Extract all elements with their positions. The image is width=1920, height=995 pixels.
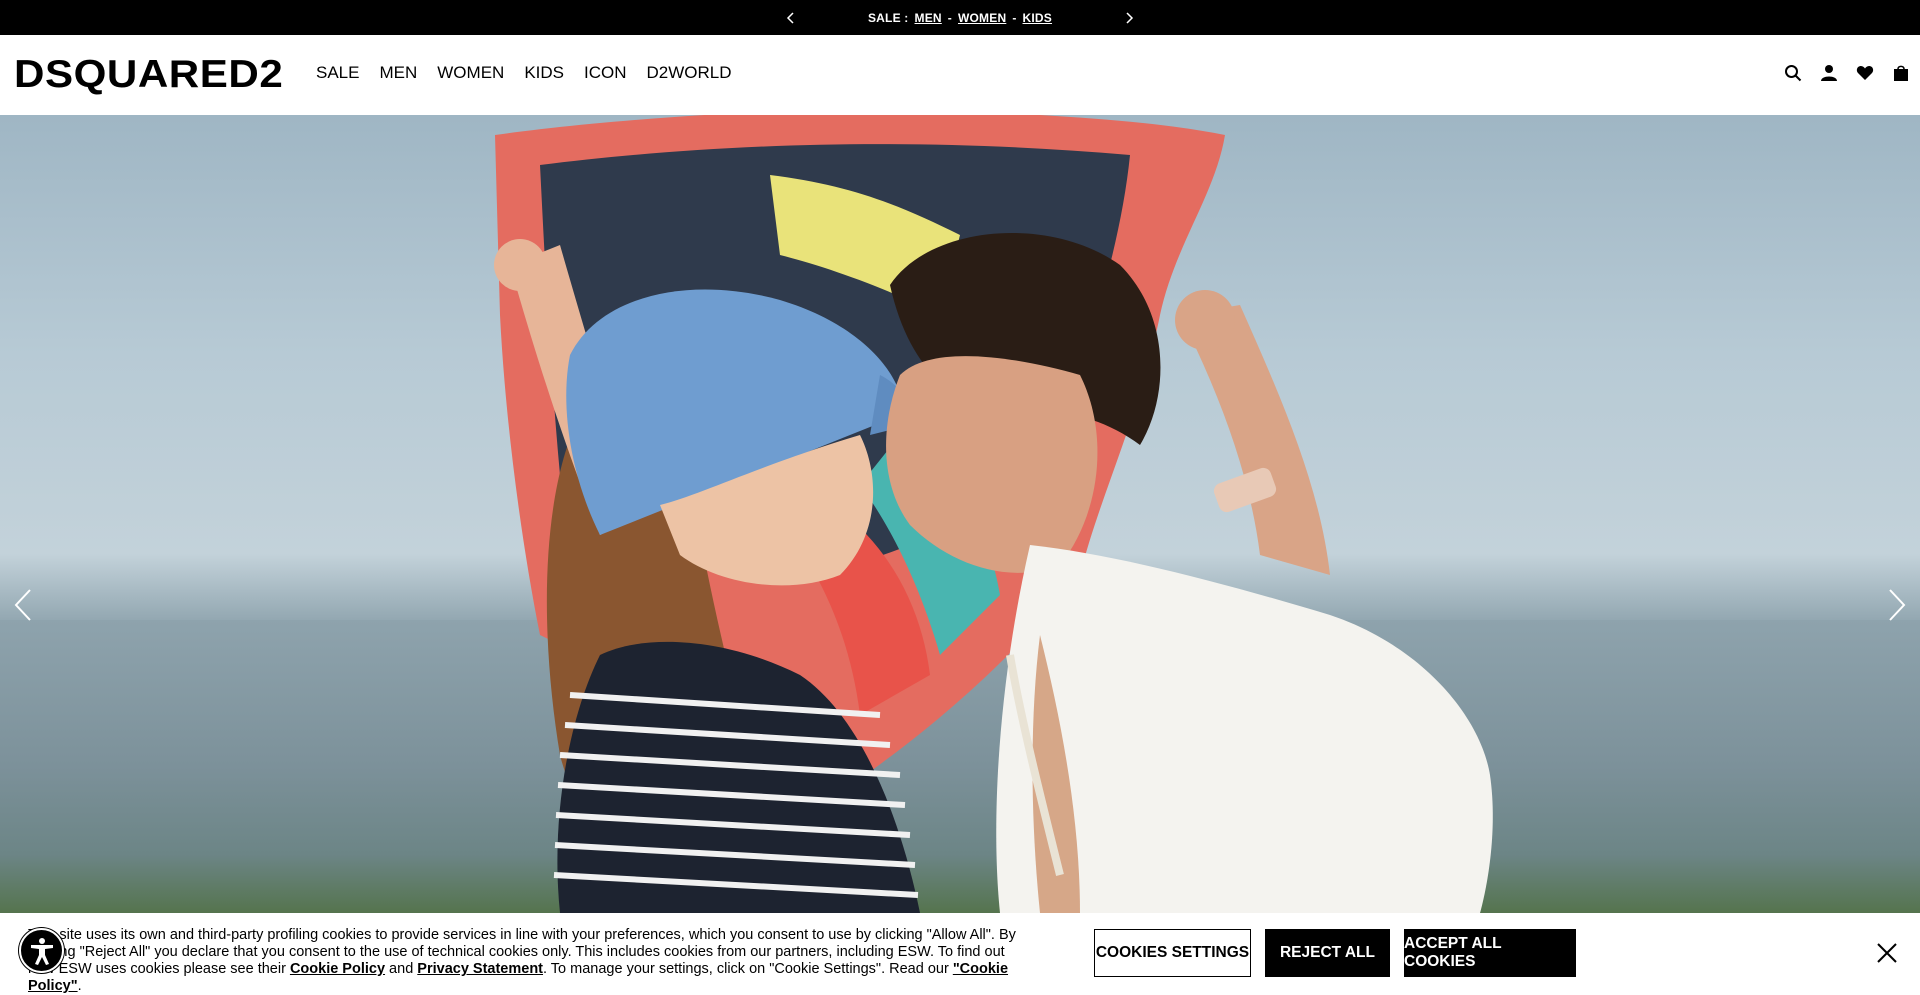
promo-link-women[interactable]: WOMEN xyxy=(958,11,1006,25)
cookie-text-and: and xyxy=(385,961,418,977)
cookie-settings-button[interactable]: COOKIES SETTINGS xyxy=(1094,929,1251,977)
chevron-left-icon xyxy=(786,12,794,24)
nav-d2world[interactable]: D2WORLD xyxy=(647,63,732,83)
accept-all-cookies-button[interactable]: ACCEPT ALL COOKIES xyxy=(1404,929,1576,977)
hero-prev-button[interactable] xyxy=(8,585,38,625)
promo-label: SALE : xyxy=(867,10,909,25)
brand-logo[interactable]: DSQUARED2 xyxy=(14,53,283,97)
header-icons xyxy=(1783,63,1910,82)
user-icon xyxy=(1820,64,1837,81)
reject-all-button[interactable]: REJECT ALL xyxy=(1265,929,1390,977)
accessibility-button[interactable] xyxy=(19,928,64,973)
heart-icon xyxy=(1856,65,1873,80)
cookie-policy-link[interactable]: Cookie Policy xyxy=(290,961,385,977)
search-icon xyxy=(1784,64,1801,81)
accessibility-icon xyxy=(30,937,53,965)
promo-link-kids[interactable]: KIDS xyxy=(1023,11,1052,25)
promo-sep: - xyxy=(947,10,952,25)
chevron-left-icon xyxy=(14,589,31,621)
promo-message: SALE : MEN - WOMEN - KIDS xyxy=(868,11,1052,25)
wishlist-button[interactable] xyxy=(1855,63,1874,82)
cookie-text-part2: . To manage your settings, click on "Coo… xyxy=(543,961,953,977)
promo-prev-button[interactable] xyxy=(781,8,801,28)
nav-women[interactable]: WOMEN xyxy=(437,63,504,83)
main-nav: SALE MEN WOMEN KIDS ICON D2WORLD xyxy=(316,63,752,83)
site-header: DSQUARED2 SALE MEN WOMEN KIDS ICON D2WOR… xyxy=(0,35,1920,115)
nav-kids[interactable]: KIDS xyxy=(524,63,564,83)
cookie-banner: This site uses its own and third-party p… xyxy=(0,913,1920,995)
cookie-text: This site uses its own and third-party p… xyxy=(28,927,1018,995)
chevron-right-icon xyxy=(1889,589,1906,621)
hero-next-button[interactable] xyxy=(1882,585,1912,625)
cart-button[interactable] xyxy=(1891,63,1910,82)
hero-image xyxy=(494,115,1493,913)
nav-icon[interactable]: ICON xyxy=(584,63,627,83)
account-button[interactable] xyxy=(1819,63,1838,82)
cookie-close-button[interactable] xyxy=(1876,942,1898,964)
nav-sale[interactable]: SALE xyxy=(316,63,359,83)
hero-banner[interactable] xyxy=(0,115,1920,913)
privacy-statement-link[interactable]: Privacy Statement xyxy=(417,961,543,977)
nav-men[interactable]: MEN xyxy=(379,63,417,83)
shopping-bag-icon xyxy=(1893,65,1908,81)
promo-bar: SALE : MEN - WOMEN - KIDS xyxy=(0,0,1920,35)
promo-next-button[interactable] xyxy=(1119,8,1139,28)
promo-link-men[interactable]: MEN xyxy=(915,11,942,25)
search-button[interactable] xyxy=(1783,63,1802,82)
promo-sep: - xyxy=(1012,10,1017,25)
chevron-right-icon xyxy=(1126,12,1134,24)
cookie-text-end: . xyxy=(77,978,82,994)
close-icon xyxy=(1877,943,1897,963)
